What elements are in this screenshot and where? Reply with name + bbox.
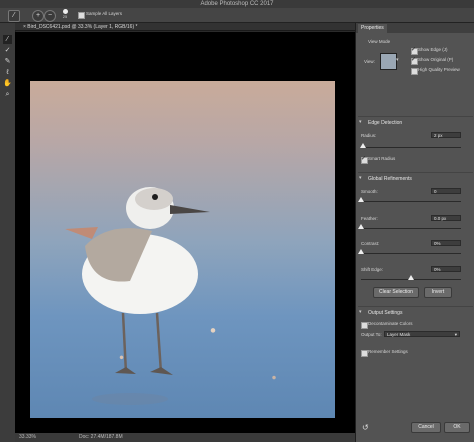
feather-label: Feather: (361, 216, 378, 221)
output-to-select[interactable]: Layer Mask ▾ (384, 331, 460, 337)
zoom-level[interactable]: 33.33% (19, 433, 36, 442)
subtract-mode-icon[interactable]: − (44, 10, 56, 22)
sample-all-layers-label: Sample All Layers (86, 11, 123, 16)
shift-edge-slider-handle[interactable] (408, 275, 414, 280)
brush-size-picker[interactable]: 25 (60, 9, 70, 21)
shift-edge-field[interactable]: 0% (431, 266, 461, 272)
smooth-field[interactable]: 0 (431, 188, 461, 194)
contrast-slider-handle[interactable] (358, 249, 364, 254)
lasso-tool-icon[interactable]: ℓ (3, 68, 12, 77)
output-to-label: Output To: (361, 332, 382, 337)
output-settings-chevron-icon[interactable]: ▾ (359, 309, 362, 315)
add-mode-icon[interactable]: + (32, 10, 44, 22)
brush-tool-icon[interactable]: ✎ (3, 57, 12, 66)
contrast-slider-track[interactable] (361, 253, 461, 254)
global-refinements-chevron-icon[interactable]: ▾ (359, 175, 362, 181)
show-edge-checkbox[interactable] (411, 46, 418, 55)
properties-panel: Properties View Mode View: ▾ Show Edge (… (355, 23, 474, 442)
divider (358, 116, 473, 117)
radius-label: Radius: (361, 133, 377, 138)
global-refinements-heading: Global Refinements (368, 176, 412, 182)
feather-slider-track[interactable] (361, 228, 461, 229)
decontaminate-label: Decontaminate Colors (368, 321, 413, 326)
doc-size: Doc: 27.4M/187.8M (79, 434, 123, 440)
options-bar: ⁄ + − 25 Sample All Layers (0, 8, 474, 23)
contrast-label: Contrast: (361, 241, 380, 246)
output-to-value: Layer Mask (387, 332, 411, 337)
tools-panel: ⁄ ✓ ✎ ℓ ✋ ⌕ (0, 23, 16, 442)
view-label: View: (364, 59, 375, 64)
quick-selection-tool-icon[interactable]: ⁄ (3, 35, 12, 44)
status-bar: 33.33% Doc: 27.4M/187.8M (15, 433, 355, 442)
hand-tool-icon[interactable]: ✋ (3, 79, 12, 88)
zoom-tool-icon[interactable]: ⌕ (3, 90, 12, 99)
remember-settings-label: Remember Settings (368, 349, 408, 354)
window-title: Adobe Photoshop CC 2017 (0, 0, 474, 8)
properties-tab-bar: Properties (356, 23, 474, 33)
divider (358, 306, 473, 307)
reset-icon[interactable]: ↺ (362, 423, 369, 432)
smooth-label: Smooth: (361, 189, 378, 194)
ok-button[interactable]: OK (444, 422, 470, 433)
canvas-area[interactable] (15, 32, 355, 433)
edge-detection-heading: Edge Detection (368, 120, 403, 126)
tab-properties[interactable]: Properties (358, 24, 387, 33)
view-dropdown-icon[interactable]: ▾ (396, 57, 399, 63)
show-edge-label: Show Edge (J) (418, 47, 448, 52)
divider (358, 172, 473, 173)
bird-illustration (65, 187, 210, 405)
output-settings-heading: Output Settings (368, 310, 403, 316)
bird-photo (30, 81, 335, 418)
edge-detection-chevron-icon[interactable]: ▾ (359, 119, 362, 125)
cancel-button[interactable]: Cancel (411, 422, 441, 433)
smooth-slider-handle[interactable] (358, 197, 364, 202)
shift-edge-label: Shift Edge: (361, 267, 384, 272)
view-mode-heading: View Mode (368, 39, 391, 44)
radius-field[interactable]: 2 px (431, 132, 461, 138)
document-tab[interactable]: × Bird_DSC6421.psd @ 33.3% (Layer 1, RGB… (15, 23, 355, 31)
decontaminate-checkbox[interactable] (361, 322, 368, 329)
refine-brush-tool-icon[interactable]: ⁄ (8, 10, 20, 22)
feather-field[interactable]: 0.0 px (431, 215, 461, 221)
clear-selection-button[interactable]: Clear Selection (373, 287, 419, 298)
show-original-label: Show Original (P) (418, 57, 454, 62)
contrast-field[interactable]: 0% (431, 240, 461, 246)
show-original-checkbox[interactable] (411, 56, 418, 65)
chevron-down-icon: ▾ (454, 332, 457, 337)
high-quality-preview-label: High Quality Preview (418, 67, 460, 72)
view-mode-thumbnail[interactable] (380, 53, 397, 70)
refine-edge-brush-icon[interactable]: ✓ (3, 46, 12, 55)
sample-all-layers-checkbox[interactable] (78, 12, 85, 19)
radius-slider-handle[interactable] (360, 143, 366, 148)
radius-slider-track[interactable] (361, 147, 461, 148)
invert-button[interactable]: Invert (424, 287, 452, 298)
high-quality-preview-checkbox[interactable] (411, 68, 418, 75)
brush-size-value: 25 (62, 14, 68, 19)
feather-slider-handle[interactable] (358, 224, 364, 229)
smooth-slider-track[interactable] (361, 201, 461, 202)
smart-radius-checkbox[interactable] (361, 155, 368, 164)
smart-radius-label: Smart Radius (368, 156, 396, 161)
remember-settings-checkbox[interactable] (361, 350, 368, 357)
